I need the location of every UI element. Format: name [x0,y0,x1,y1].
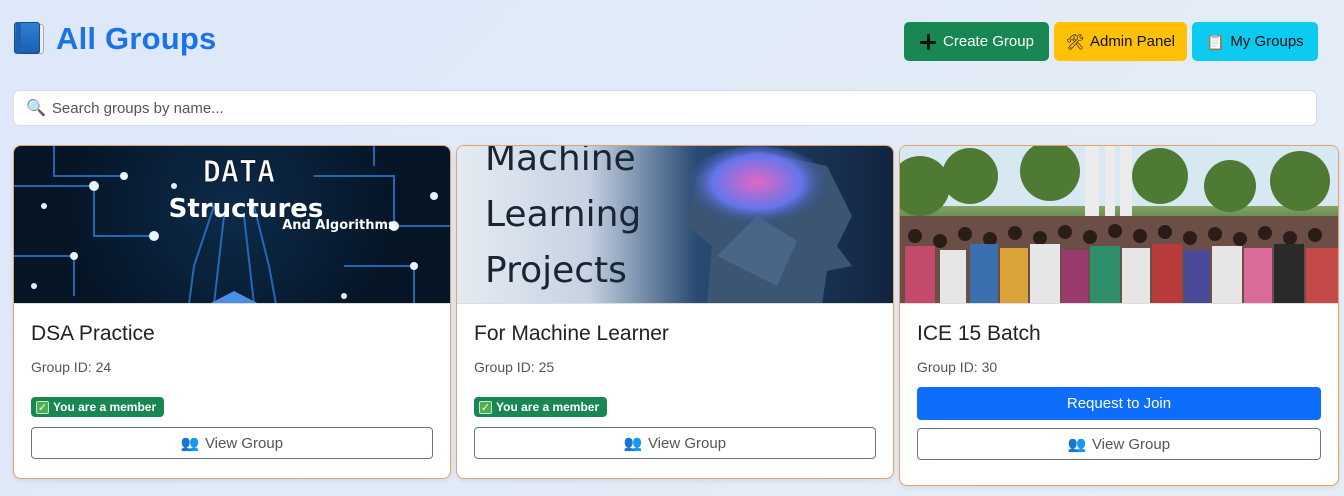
group-title: ICE 15 Batch [917,322,1041,345]
svg-text:Machine: Machine [485,146,636,179]
view-group-button[interactable]: 👥 View Group [917,428,1321,460]
group-card: ICE 15 Batch Group ID: 30 Request to Joi… [899,145,1339,486]
member-badge: ✓ You are a member [31,397,165,417]
page-title-text: All Groups [56,21,217,56]
svg-text:Learning: Learning [485,194,641,235]
check-icon: ✓ [36,400,49,414]
header-actions: Create Group 🛠 Admin Panel 📋 My Groups [904,22,1318,61]
admin-panel-button[interactable]: 🛠 Admin Panel [1054,22,1187,61]
group-id: Group ID: 24 [31,359,112,375]
group-image: DATA Structures And Algorithms [14,146,450,304]
my-groups-label: My Groups [1230,33,1304,50]
group-id: Group ID: 30 [917,359,998,375]
page-title: All Groups [14,20,216,58]
view-group-button[interactable]: 👥 View Group [31,427,433,459]
plus-icon [919,33,937,51]
search-icon: 🔍 [26,100,46,117]
svg-text:DATA: DATA [203,155,275,190]
view-group-label: View Group [647,434,727,452]
group-image: Machine Learning Projects [457,146,893,304]
view-group-label: View Group [1091,435,1171,453]
clipboard-icon: 📋 [1205,33,1225,51]
member-badge: ✓ You are a member [474,397,608,417]
tools-icon: 🛠 [1065,33,1085,51]
create-group-label: Create Group [943,33,1034,50]
group-card: Machine Learning Projects For Machine Le… [456,145,894,479]
group-image [900,146,1338,304]
svg-text:Projects: Projects [485,250,627,291]
request-to-join-button[interactable]: Request to Join [917,387,1321,420]
users-icon: 👥 [180,435,200,452]
search-input[interactable] [51,93,1316,123]
check-icon: ✓ [479,400,492,414]
users-icon: 👥 [1067,436,1087,453]
svg-text:And Algorithms: And Algorithms [282,218,396,233]
group-id: Group ID: 25 [474,359,555,375]
group-title: DSA Practice [31,322,155,345]
group-card: DATA Structures And Algorithms DSA Pract… [13,145,451,479]
book-icon [14,22,46,56]
create-group-button[interactable]: Create Group [904,22,1049,61]
search-bar: 🔍 [13,90,1317,126]
admin-panel-label: Admin Panel [1089,33,1176,50]
member-badge-label: You are a member [53,400,157,414]
view-group-button[interactable]: 👥 View Group [474,427,876,459]
member-badge-label: You are a member [496,400,600,414]
view-group-label: View Group [204,434,284,452]
users-icon: 👥 [623,435,643,452]
my-groups-button[interactable]: 📋 My Groups [1192,22,1318,61]
group-title: For Machine Learner [474,322,669,345]
